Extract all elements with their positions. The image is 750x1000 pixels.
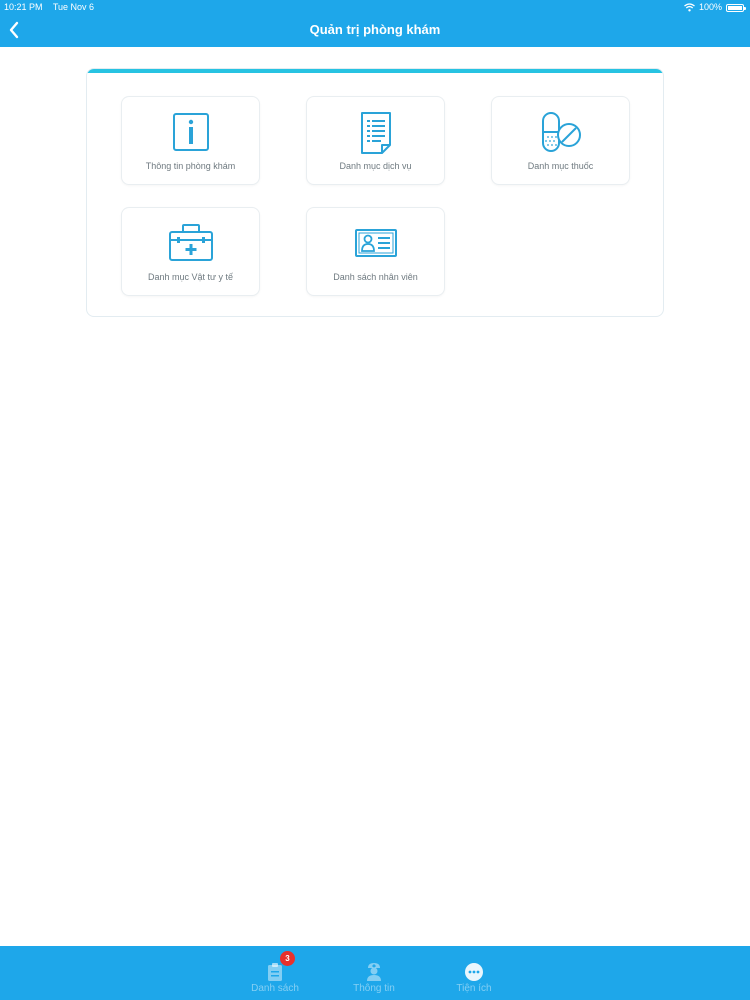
document-list-icon: [360, 112, 391, 154]
menu-tile-label: Thông tin phòng khám: [145, 161, 236, 171]
menu-tile-staff-list[interactable]: Danh sách nhân viên: [306, 207, 445, 296]
info-icon: [172, 113, 209, 151]
menu-tile-label: Danh mục dịch vụ: [339, 161, 412, 171]
status-date: Tue Nov 6: [52, 2, 95, 12]
medical-kit-icon: [168, 224, 213, 261]
status-time: 10:21 PM: [4, 2, 43, 12]
tab-danh-sach[interactable]: 3 Danh sách: [230, 946, 320, 1000]
tab-label: Danh sách: [251, 983, 299, 994]
battery-percent: 100%: [698, 2, 722, 12]
menu-tile-label: Danh sách nhân viên: [333, 272, 418, 282]
nurse-icon: [367, 963, 381, 981]
clipboard-icon: [268, 963, 282, 981]
card-accent-bar: [87, 69, 663, 73]
header: 10:21 PM Tue Nov 6 100% Quản trị phòng k…: [0, 0, 750, 47]
tab-label: Tiện ích: [456, 983, 492, 994]
nav-bar: Quản trị phòng khám: [0, 15, 750, 47]
id-card-icon: [354, 229, 397, 257]
bottom-tab-bar: 3 Danh sách Thông tin Tiện ích: [0, 946, 750, 1000]
tab-thong-tin[interactable]: Thông tin: [329, 946, 419, 1000]
tab-label: Thông tin: [353, 983, 395, 994]
menu-tile-clinic-info[interactable]: Thông tin phòng khám: [121, 96, 260, 185]
menu-tile-medical-supplies[interactable]: Danh mục Vật tư y tế: [121, 207, 260, 296]
status-bar: 10:21 PM Tue Nov 6 100%: [0, 0, 750, 15]
page-title: Quản trị phòng khám: [309, 22, 441, 37]
menu-tile-label: Danh mục thuốc: [527, 161, 594, 171]
wifi-icon: [684, 3, 695, 12]
menu-tile-medicine-catalog[interactable]: Danh mục thuốc: [491, 96, 630, 185]
tab-tien-ich[interactable]: Tiện ích: [429, 946, 519, 1000]
menu-tile-service-catalog[interactable]: Danh mục dịch vụ: [306, 96, 445, 185]
clinic-admin-menu-card: Thông tin phòng khám Danh mục dịch vụ Da…: [86, 68, 664, 317]
menu-tile-label: Danh mục Vật tư y tế: [147, 272, 234, 282]
pill-icon: [541, 112, 581, 152]
battery-icon: [726, 4, 746, 12]
more-icon: [465, 963, 483, 981]
notification-badge: 3: [280, 951, 295, 966]
